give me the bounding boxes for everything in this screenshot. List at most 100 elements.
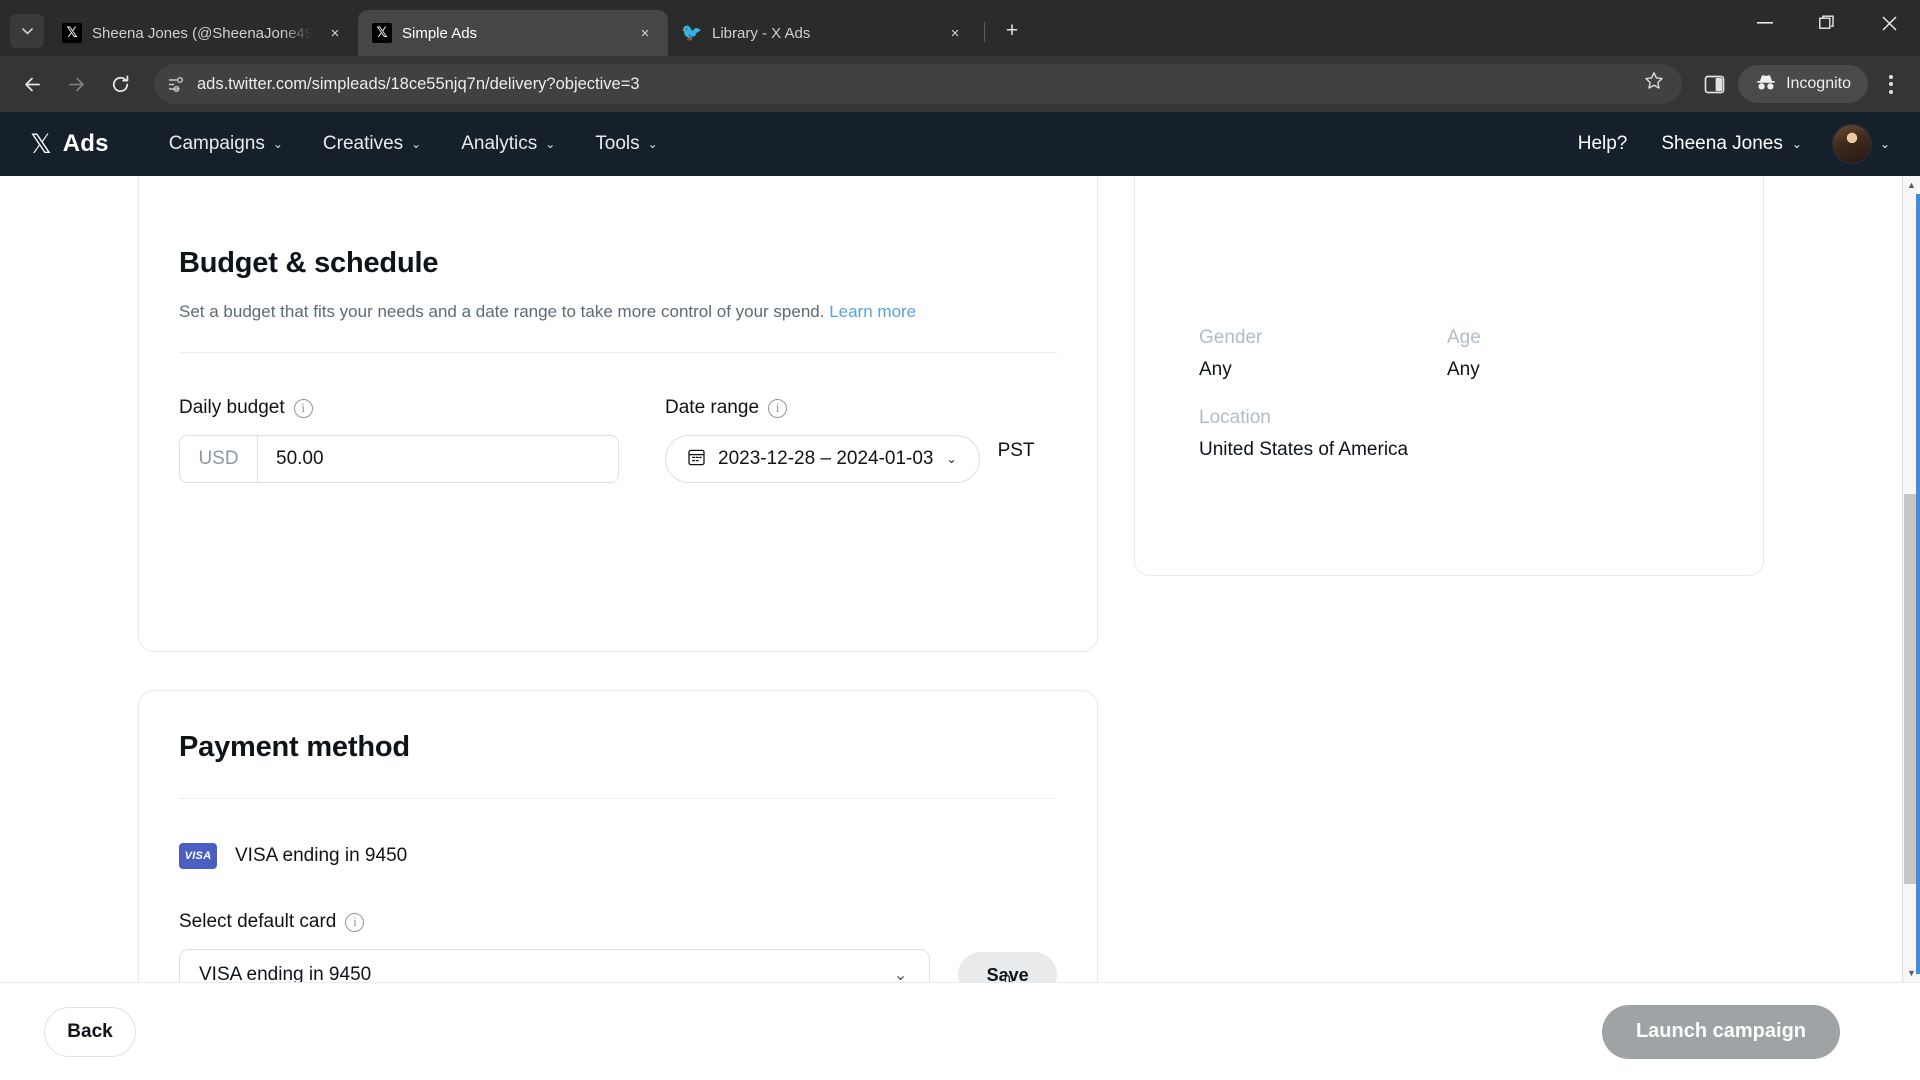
daily-budget-label-row: Daily budget i [179,397,619,419]
browser-tab-active[interactable]: 𝕏 Simple Ads × [358,10,668,56]
help-link[interactable]: Help? [1560,133,1646,155]
forward-button[interactable] [56,64,96,104]
age-value: Any [1447,359,1480,380]
incognito-icon [1755,73,1777,96]
save-button-label: Save [986,964,1029,983]
default-card-field: Select default card i VISA ending in 945… [179,911,1057,982]
back-button[interactable] [12,64,52,104]
incognito-indicator[interactable]: Incognito [1738,65,1868,103]
new-tab-button[interactable]: + [995,14,1029,48]
tab-strip: 𝕏 Sheena Jones (@SheenaJone49 × 𝕏 Simple… [0,0,1920,56]
info-icon[interactable]: i [345,912,365,932]
nav-item-analytics[interactable]: Analytics ⌄ [441,112,575,176]
brand-label: Ads [62,130,109,157]
page-content: Budget & schedule Set a budget that fits… [0,176,1920,982]
age-label: Age [1447,327,1481,348]
scrollbar-accent [1915,194,1920,974]
launch-campaign-button[interactable]: Launch campaign [1601,1004,1840,1059]
window-controls [1734,0,1920,46]
bottom-action-bar: Back Launch campaign [0,982,1920,1080]
default-card-label-row: Select default card i [179,911,1057,933]
page-info-icon[interactable] [168,76,185,93]
page-scrollbar[interactable]: ▲ ▼ [1902,176,1920,982]
budget-fields-row: Daily budget i USD 50.00 Date range i 20… [179,397,1057,483]
account-menu[interactable]: Sheena Jones ⌄ [1653,133,1810,155]
currency-prefix: USD [180,436,258,482]
payment-section-title: Payment method [179,731,410,763]
date-range-picker[interactable]: 2023-12-28 – 2024-01-03 ⌄ [665,435,980,483]
date-range-field: Date range i 2023-12-28 – 2024-01-03 ⌄ P… [665,397,1035,483]
gender-value: Any [1199,359,1232,380]
chevron-down-icon[interactable]: ⌄ [1880,137,1890,151]
daily-budget-input[interactable]: USD 50.00 [179,435,619,483]
nav-item-tools[interactable]: Tools ⌄ [575,112,677,176]
tab-search-button[interactable] [10,14,44,48]
tab-close-icon[interactable]: × [632,20,658,46]
star-icon[interactable] [1640,71,1668,97]
x-logo-icon: 𝕏 [62,23,82,43]
avatar[interactable] [1831,124,1872,164]
nav-item-campaigns[interactable]: Campaigns ⌄ [149,112,303,176]
date-range-value: 2023-12-28 – 2024-01-03 [718,448,934,469]
divider [179,798,1057,799]
tab-title: Simple Ads [402,24,478,42]
account-name: Sheena Jones [1661,133,1783,154]
scroll-up-arrow-icon[interactable]: ▲ [1903,176,1920,194]
nav-right-group: Help? Sheena Jones ⌄ ⌄ [1560,124,1890,164]
minimize-icon[interactable] [1734,0,1796,46]
nav-label: Creatives [322,133,404,154]
divider [179,352,1057,353]
daily-budget-field: Daily budget i USD 50.00 [179,397,619,483]
default-card-value: VISA ending in 9450 [199,964,372,982]
timezone-label: PST [997,440,1035,461]
brand-logo[interactable]: 𝕏 Ads [30,130,109,158]
saved-card-row: VISA VISA ending in 9450 [179,843,1057,869]
close-icon[interactable] [1858,0,1920,46]
learn-more-link[interactable]: Learn more [829,302,916,321]
address-bar[interactable]: ads.twitter.com/simpleads/18ce55njq7n/de… [154,64,1683,104]
x-logo-icon: 𝕏 [372,23,392,43]
chevron-down-icon: ⌄ [272,137,283,151]
daily-budget-value[interactable]: 50.00 [258,436,618,482]
browser-tab[interactable]: 𝕏 Sheena Jones (@SheenaJone49 × [48,10,358,56]
summary-field-age: Age Any [1447,327,1695,381]
location-label: Location [1199,407,1271,428]
browser-window: 𝕏 Sheena Jones (@SheenaJone49 × 𝕏 Simple… [0,0,1920,1080]
budget-schedule-card: Budget & schedule Set a budget that fits… [138,176,1098,652]
browser-tab[interactable]: 🐦 Library - X Ads × [668,10,978,56]
default-card-select[interactable]: VISA ending in 9450 ⌄ [179,949,931,982]
summary-field-location: Location United States of America [1199,407,1699,461]
incognito-label: Incognito [1786,75,1851,92]
info-icon[interactable]: i [768,398,788,418]
tab-divider [984,22,985,42]
side-panel-icon[interactable] [1696,66,1732,102]
x-logo-icon: 𝕏 [30,128,52,160]
campaign-summary-panel: Gender Any Age Any Location United State… [1134,176,1764,576]
reload-button[interactable] [100,64,140,104]
info-icon[interactable]: i [293,398,313,418]
chevron-down-icon: ⌄ [893,967,908,982]
budget-section-title: Budget & schedule [179,247,439,279]
toolbar-right: Incognito [1696,65,1908,103]
tab-close-icon[interactable]: × [322,20,348,46]
nav-label: Tools [595,133,640,154]
scrollbar-track[interactable] [1903,194,1920,974]
maximize-icon[interactable] [1796,0,1858,46]
location-value: United States of America [1199,439,1409,460]
chevron-down-icon: ⌄ [545,137,556,151]
visa-logo-icon: VISA [179,843,217,869]
nav-item-creatives[interactable]: Creatives ⌄ [303,112,441,176]
chevron-down-icon: ⌄ [946,452,957,466]
daily-budget-label: Daily budget [179,397,285,418]
browser-toolbar: ads.twitter.com/simpleads/18ce55njq7n/de… [0,56,1920,112]
back-button-page[interactable]: Back [44,1006,136,1057]
summary-fields: Gender Any Age Any Location United State… [1199,327,1699,461]
save-button[interactable]: Save [958,952,1057,982]
date-range-label-row: Date range i [665,397,1035,419]
summary-row-demographics: Gender Any Age Any [1199,327,1699,381]
tab-close-icon[interactable]: × [942,20,968,46]
calendar-icon [688,448,705,471]
kebab-menu-icon[interactable] [1874,65,1908,103]
tab-title: Sheena Jones (@SheenaJone49 [92,24,312,42]
chevron-down-icon: ⌄ [411,137,422,151]
